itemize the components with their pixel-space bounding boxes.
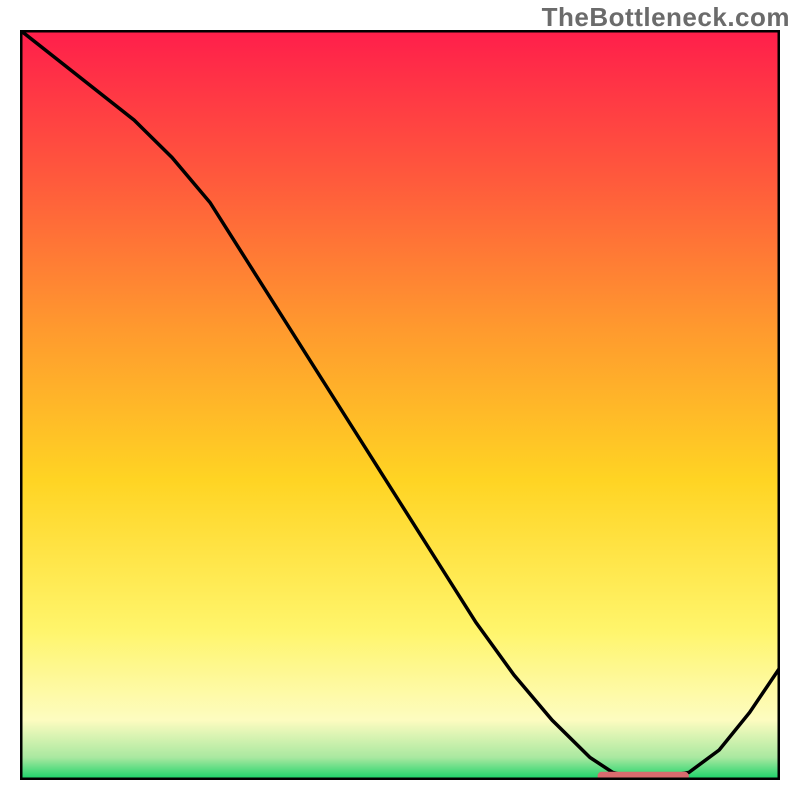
chart-plot-area: [20, 30, 780, 780]
chart-container: TheBottleneck.com: [0, 0, 800, 800]
watermark-text: TheBottleneck.com: [542, 2, 790, 33]
chart-svg: [20, 30, 780, 780]
gradient-background: [20, 30, 780, 780]
